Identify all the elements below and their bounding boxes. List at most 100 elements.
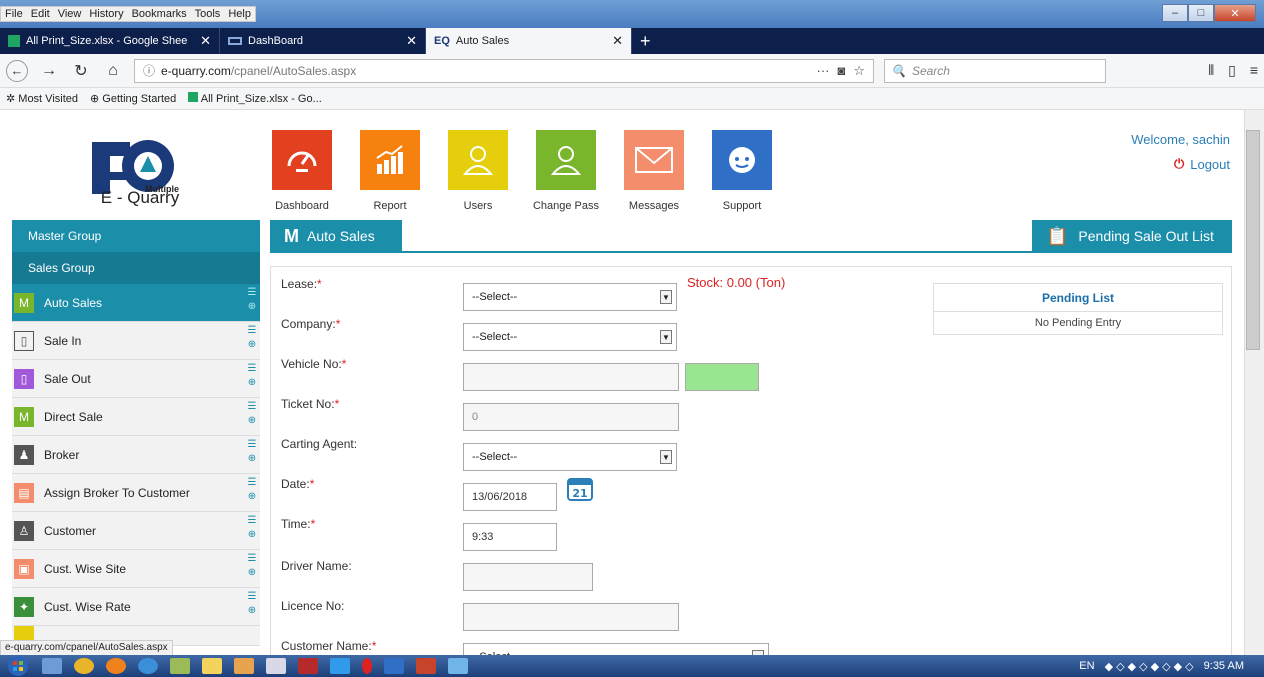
list-icon[interactable]: ☰ (246, 401, 258, 413)
sidebar-item-sale-in[interactable]: ▯ Sale In ☰ ⊕ (12, 322, 260, 360)
sidebar-item-sale-out[interactable]: ▯ Sale Out ☰ ⊕ (12, 360, 260, 398)
tile-report[interactable] (360, 130, 420, 190)
add-icon[interactable]: ⊕ (246, 491, 258, 503)
app-icon[interactable] (266, 658, 286, 674)
close-tab-icon[interactable]: ✕ (200, 33, 211, 49)
add-icon[interactable]: ⊕ (246, 301, 258, 313)
list-icon[interactable]: ☰ (246, 363, 258, 375)
chrome-icon[interactable] (74, 658, 94, 674)
minimize-button[interactable]: – (1162, 4, 1188, 22)
library-icon[interactable]: ⫴ (1208, 62, 1214, 79)
reload-button[interactable]: ↻ (70, 60, 92, 82)
calendar-icon[interactable]: 21 (567, 475, 593, 501)
language-indicator[interactable]: EN (1079, 660, 1094, 672)
list-icon[interactable]: ☰ (246, 515, 258, 527)
add-icon[interactable]: ⊕ (246, 377, 258, 389)
app-icon[interactable] (170, 658, 190, 674)
list-icon[interactable]: ☰ (246, 439, 258, 451)
clock[interactable]: 9:35 AM (1204, 660, 1244, 672)
hamburger-menu-icon[interactable]: ≡ (1250, 62, 1258, 79)
list-icon[interactable]: ☰ (246, 477, 258, 489)
bookmark-print-size[interactable]: All Print_Size.xlsx - Go... (188, 92, 322, 105)
app-icon[interactable] (416, 658, 436, 674)
menu-edit[interactable]: Edit (31, 8, 50, 20)
page-actions-icon[interactable]: ··· (816, 63, 829, 79)
sidebar-toggle-icon[interactable]: ▯ (1228, 62, 1236, 79)
sidebar-master-group[interactable]: Master Group (12, 220, 260, 252)
tile-change-pass[interactable] (536, 130, 596, 190)
search-input[interactable]: 🔍 Search (884, 58, 1106, 83)
tab-google-sheets[interactable]: All Print_Size.xlsx - Google Shee ✕ (0, 28, 220, 54)
sidebar-item-cust-wise-site[interactable]: ▣ Cust. Wise Site ☰ ⊕ (12, 550, 260, 588)
record-icon[interactable] (362, 658, 372, 674)
start-button[interactable] (0, 655, 36, 677)
bookmark-most-visited[interactable]: ✲ Most Visited (6, 92, 78, 105)
customer-select[interactable]: --Select--▼ (463, 643, 769, 655)
vehicle-input[interactable] (463, 363, 679, 391)
sidebar-item-direct-sale[interactable]: M Direct Sale ☰ ⊕ (12, 398, 260, 436)
close-tab-icon[interactable]: ✕ (612, 33, 623, 49)
pocket-icon[interactable]: ◙ (837, 63, 845, 79)
url-bar[interactable]: ⓘ e-quarry.com/cpanel/AutoSales.aspx ···… (134, 58, 874, 83)
home-button[interactable]: ⌂ (102, 60, 124, 82)
sidebar-item-auto-sales[interactable]: M Auto Sales ☰ ⊕ (12, 284, 260, 322)
app-icon[interactable] (448, 658, 468, 674)
menu-bookmarks[interactable]: Bookmarks (132, 8, 187, 20)
driver-name-input[interactable] (463, 563, 593, 591)
list-icon[interactable]: ☰ (246, 591, 258, 603)
filezilla-icon[interactable] (298, 658, 318, 674)
lease-select[interactable]: --Select-- ▼ (463, 283, 677, 311)
tray-icons[interactable]: ◆ ◇ ◆ ◇ ◆ ◇ ◆ ◇ (1105, 660, 1194, 673)
star-icon[interactable]: ☆ (853, 63, 865, 79)
new-tab-button[interactable]: + (632, 28, 659, 54)
firefox-icon[interactable] (106, 658, 126, 674)
sidebar-sales-group[interactable]: Sales Group (12, 252, 260, 284)
info-icon[interactable]: ⓘ (143, 62, 155, 79)
close-tab-icon[interactable]: ✕ (406, 33, 417, 49)
notes-icon[interactable] (202, 658, 222, 674)
add-icon[interactable]: ⊕ (246, 605, 258, 617)
tile-support[interactable] (712, 130, 772, 190)
menu-view[interactable]: View (58, 8, 82, 20)
add-icon[interactable]: ⊕ (246, 415, 258, 427)
bookmark-getting-started[interactable]: ⊕ Getting Started (90, 92, 176, 105)
close-window-button[interactable]: ✕ (1214, 4, 1256, 22)
list-icon[interactable]: ☰ (246, 287, 258, 299)
add-icon[interactable]: ⊕ (246, 453, 258, 465)
list-icon[interactable]: ☰ (246, 325, 258, 337)
menu-file[interactable]: File (5, 8, 23, 20)
paint-icon[interactable] (234, 658, 254, 674)
menu-help[interactable]: Help (228, 8, 251, 20)
tile-users[interactable] (448, 130, 508, 190)
sidebar-item-assign-broker[interactable]: ▤ Assign Broker To Customer ☰ ⊕ (12, 474, 260, 512)
logout-link[interactable]: ⏻ Logout (1174, 156, 1230, 172)
tile-dashboard[interactable] (272, 130, 332, 190)
menu-tools[interactable]: Tools (195, 8, 221, 20)
tile-messages[interactable] (624, 130, 684, 190)
forward-button[interactable]: → (38, 60, 60, 82)
company-select[interactable]: --Select-- ▼ (463, 323, 677, 351)
back-button[interactable]: ← (6, 59, 28, 82)
sidebar-item-broker[interactable]: ♟ Broker ☰ ⊕ (12, 436, 260, 474)
add-icon[interactable]: ⊕ (246, 529, 258, 541)
carting-agent-select[interactable]: --Select-- ▼ (463, 443, 677, 471)
list-icon[interactable]: ☰ (246, 553, 258, 565)
add-icon[interactable]: ⊕ (246, 339, 258, 351)
skype-icon[interactable] (384, 658, 404, 674)
date-input[interactable]: 13/06/2018 (463, 483, 557, 511)
add-icon[interactable]: ⊕ (246, 567, 258, 579)
time-input[interactable]: 9:33 (463, 523, 557, 551)
sidebar-item-cust-wise-rate[interactable]: ✦ Cust. Wise Rate ☰ ⊕ (12, 588, 260, 626)
ie-icon[interactable] (330, 658, 350, 674)
tab-auto-sales[interactable]: EQ Auto Sales ✕ (426, 28, 632, 54)
maximize-button[interactable]: □ (1188, 4, 1214, 22)
app-icon[interactable] (138, 658, 158, 674)
explorer-icon[interactable] (42, 658, 62, 674)
pending-sale-out-header[interactable]: 📋 Pending Sale Out List (1032, 220, 1232, 252)
tab-dashboard[interactable]: DashBoard ✕ (220, 28, 426, 54)
sidebar-item-customer[interactable]: ♙ Customer ☰ ⊕ (12, 512, 260, 550)
scrollbar-thumb[interactable] (1246, 130, 1260, 350)
ticket-input[interactable]: 0 (463, 403, 679, 431)
menu-history[interactable]: History (89, 8, 123, 20)
licence-input[interactable] (463, 603, 679, 631)
